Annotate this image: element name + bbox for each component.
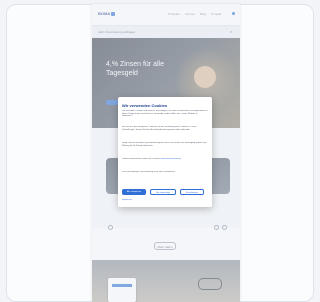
consent-privacy-text: Weitere Informationen finden Sie in unse… xyxy=(122,158,161,160)
consent-paragraph: Einige Dienste verarbeiten personenbezog… xyxy=(122,142,207,147)
accept-all-button[interactable]: Alle akzeptieren xyxy=(122,189,146,195)
cookie-settings-button[interactable]: Einstellungen xyxy=(180,189,204,195)
consent-paragraph: Weitere Informationen finden Sie in unse… xyxy=(122,158,208,168)
cookie-consent-dialog: Wir verwenden Cookies Wir verwenden Cook… xyxy=(118,97,212,207)
consent-paragraph: Wir verwenden Cookies und ähnliche Techn… xyxy=(122,110,208,118)
only-essential-button[interactable]: Nur notwendige xyxy=(150,189,176,195)
imprint-link[interactable]: Impressum xyxy=(122,199,132,201)
privacy-policy-link[interactable]: Datenschutzerklärung xyxy=(161,158,180,160)
consent-paragraph: Wir nutzen Analyse- und Marketing-Tools … xyxy=(122,171,176,173)
consent-paragraph: Mit Klick auf „Alle akzeptieren“ stimmen… xyxy=(122,126,197,131)
consent-title: Wir verwenden Cookies xyxy=(122,103,168,108)
